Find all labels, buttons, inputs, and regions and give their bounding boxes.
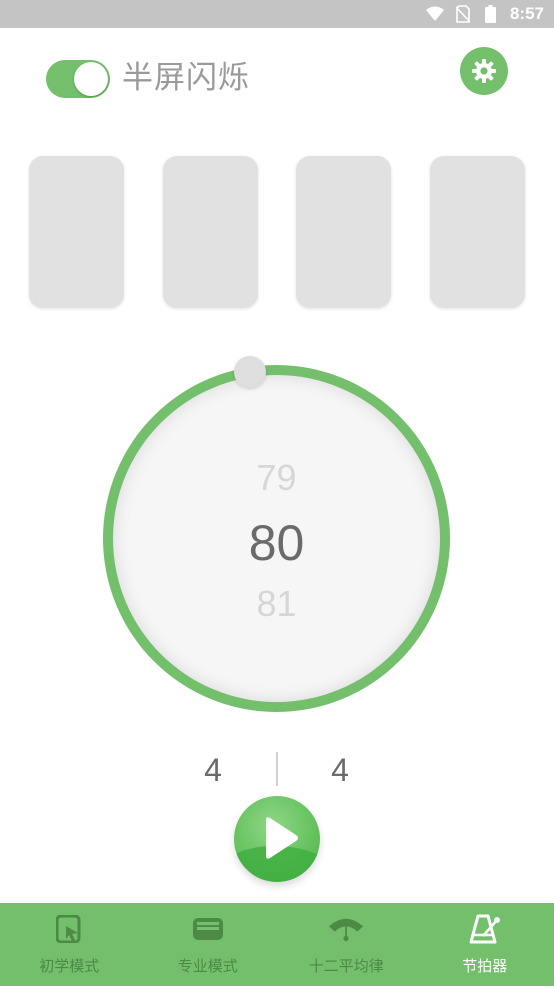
half-screen-flash-toggle[interactable] [46,60,110,98]
settings-button[interactable] [460,47,508,95]
note-value-selector[interactable]: 4 [310,752,370,789]
toggle-knob [74,62,108,96]
beat-card-1[interactable] [29,156,124,308]
tempo-previous-value[interactable]: 79 [103,457,450,499]
tempo-dial-handle[interactable] [234,356,266,388]
beat-card-3[interactable] [296,156,391,308]
beat-card-4[interactable] [430,156,525,308]
tempo-next-value[interactable]: 81 [103,583,450,625]
wifi-icon [425,5,444,23]
tablet-icon [51,911,87,947]
nav-item-equal-temperament[interactable]: 十二平均律 [277,903,416,986]
clock-time: 8:57 [509,4,544,23]
beat-indicators [29,156,525,308]
nav-label-pro-mode: 专业模式 [177,957,238,975]
beats-per-bar-selector[interactable]: 4 [183,752,243,789]
beat-card-2[interactable] [163,156,258,308]
no-sim-icon [454,5,472,23]
nav-item-metronome[interactable]: 节拍器 [416,903,554,986]
card-icon [190,911,226,947]
bottom-navigation: 初学模式 专业模式 十二平均律 节拍器 [0,903,554,986]
nav-label-beginner-mode: 初学模式 [39,957,100,975]
play-button[interactable] [234,796,320,882]
time-signature-divider [276,752,278,786]
half-screen-flash-label: 半屏闪烁 [122,60,250,96]
fan-icon [328,911,364,947]
gear-icon [471,58,497,84]
nav-label-equal-temperament: 十二平均律 [308,957,384,975]
play-icon [260,816,300,864]
nav-item-pro-mode[interactable]: 专业模式 [139,903,278,986]
metronome-icon [467,911,503,947]
nav-item-beginner-mode[interactable]: 初学模式 [0,903,139,986]
tempo-current-value: 80 [248,515,305,571]
metronome-screen: 8:57 半屏闪烁 79 80 81 4 4 初学模式 专业模式 十二平均律 节… [0,0,554,986]
status-bar: 8:57 [0,0,554,28]
nav-label-metronome: 节拍器 [462,957,508,975]
battery-icon [482,5,500,23]
